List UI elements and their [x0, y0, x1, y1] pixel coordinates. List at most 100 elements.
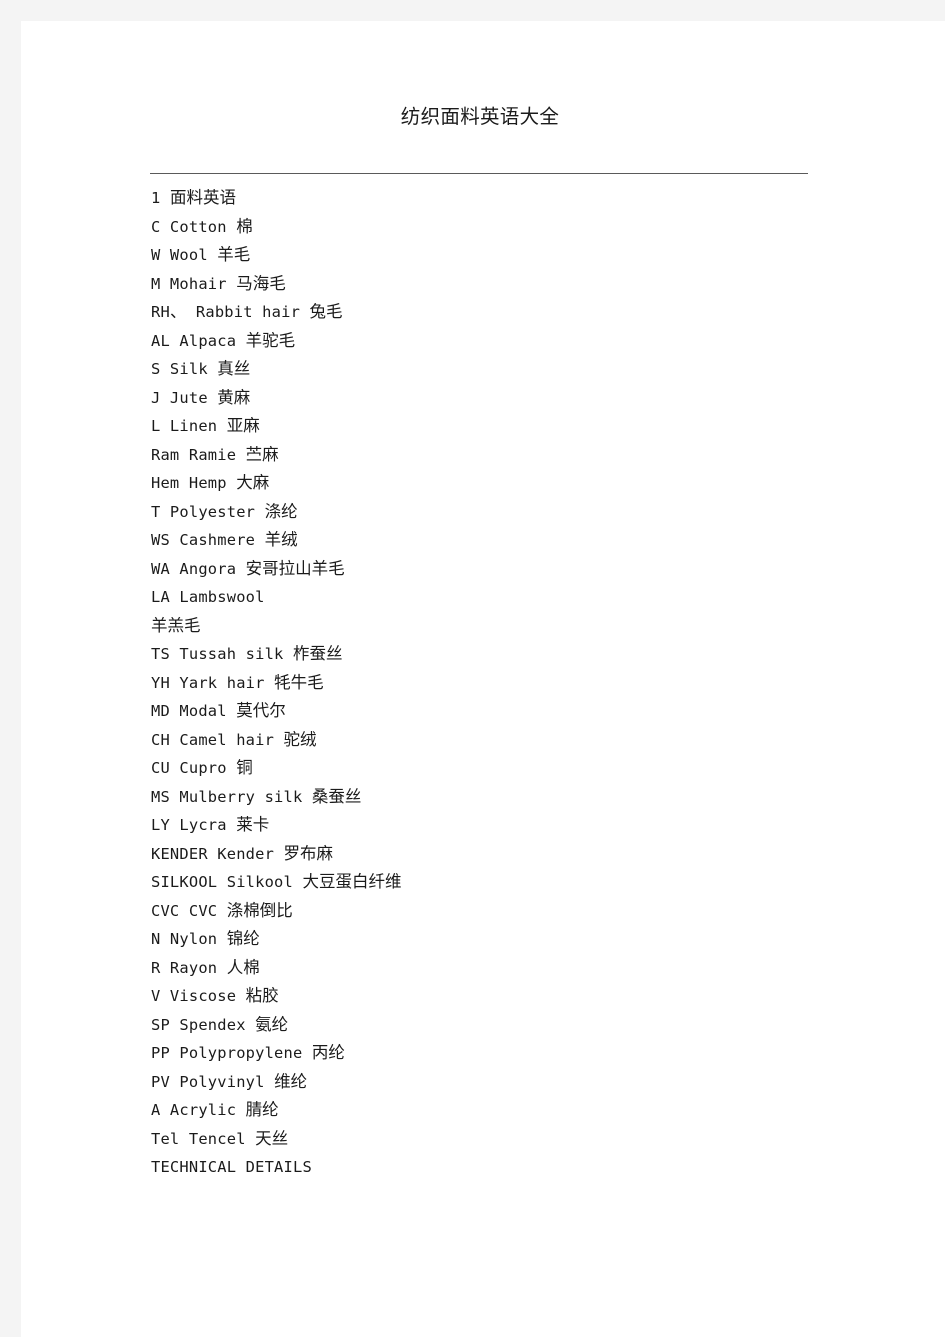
- term-latin: SILKOOL Silkool: [151, 873, 303, 891]
- list-item: TECHNICAL DETAILS: [151, 1153, 871, 1182]
- term-latin: CVC CVC: [151, 901, 227, 920]
- term-latin: Ram Ramie: [151, 445, 246, 464]
- list-item: KENDER Kender 罗布麻: [151, 840, 871, 869]
- list-item: MD Modal 莫代尔: [151, 697, 871, 726]
- list-item: CH Camel hair 驼绒: [151, 726, 871, 755]
- list-item: C Cotton 棉: [151, 213, 871, 242]
- list-item: LY Lycra 莱卡: [151, 811, 871, 840]
- term-latin: W Wool: [151, 246, 218, 264]
- term-chinese: 亚麻: [226, 416, 260, 435]
- term-latin: MD Modal: [151, 702, 237, 720]
- list-item: 羊羔毛: [151, 612, 871, 641]
- list-item: N Nylon 锦纶: [151, 925, 871, 954]
- term-chinese: 安哥拉山羊毛: [245, 558, 345, 578]
- list-item: YH Yark hair 牦牛毛: [151, 669, 871, 698]
- term-latin: RH: [151, 303, 170, 321]
- term-chinese: 羊绒: [264, 530, 298, 549]
- list-item: 1 面料英语: [151, 184, 871, 213]
- list-item: S Silk 真丝: [151, 355, 871, 384]
- term-chinese: 兔毛: [309, 302, 343, 321]
- term-chinese: 桑蚕丝: [311, 786, 362, 806]
- term-latin: V Viscose: [151, 987, 246, 1005]
- list-item: PP Polypropylene 丙纶: [151, 1039, 871, 1068]
- list-item: PV Polyvinyl 维纶: [151, 1068, 871, 1097]
- list-item: A Acrylic 腈纶: [151, 1096, 871, 1125]
- term-latin: S Silk: [151, 360, 218, 378]
- term-chinese: 牦牛毛: [274, 672, 324, 692]
- term-chinese: 涤纶: [264, 501, 298, 521]
- term-chinese: 粘胶: [245, 986, 279, 1005]
- term-latin: N Nylon: [151, 930, 227, 948]
- term-chinese: 腈纶: [245, 1100, 279, 1119]
- list-item: MS Mulberry silk 桑蚕丝: [151, 783, 871, 812]
- term-latin: R Rayon: [151, 958, 227, 977]
- term-chinese: 马海毛: [236, 273, 286, 293]
- list-item: SP Spendex 氨纶: [151, 1011, 871, 1040]
- term-latin: C Cotton: [151, 217, 237, 236]
- list-item: Hem Hemp 大麻: [151, 469, 871, 498]
- term-latin: Rabbit hair: [186, 303, 310, 321]
- term-chinese: 维纶: [274, 1071, 308, 1091]
- term-latin: 1: [151, 189, 170, 207]
- term-chinese: 锦纶: [226, 929, 260, 948]
- term-chinese: 、: [169, 302, 187, 321]
- term-chinese: 铜: [236, 758, 253, 777]
- list-item: M Mohair 马海毛: [151, 270, 871, 299]
- term-chinese: 大麻: [236, 473, 270, 492]
- term-chinese: 羊驼毛: [245, 330, 296, 350]
- term-chinese: 罗布麻: [283, 843, 334, 863]
- list-item: V Viscose 粘胶: [151, 982, 871, 1011]
- term-chinese: 莫代尔: [236, 701, 286, 720]
- term-latin: L Linen: [151, 417, 227, 435]
- title-divider-rule: [150, 173, 808, 174]
- term-latin: T Polyester: [151, 502, 265, 521]
- term-chinese: 氨纶: [255, 1014, 289, 1034]
- term-latin: CH Camel hair: [151, 730, 284, 749]
- term-chinese: 面料英语: [169, 188, 236, 207]
- fabric-term-list: 1 面料英语 C Cotton 棉W Wool 羊毛 M Mohair 马海毛 RH、…: [151, 184, 871, 1182]
- list-item: LA Lambswool: [151, 583, 871, 612]
- term-chinese: 人棉: [226, 957, 260, 977]
- term-latin: WS Cashmere: [151, 531, 265, 549]
- term-chinese: 大豆蛋白纤维: [302, 872, 402, 891]
- term-chinese: 羊羔毛: [151, 615, 201, 635]
- term-latin: Tel Tencel: [151, 1129, 256, 1148]
- list-item: J Jute 黄麻: [151, 384, 871, 413]
- list-item: TS Tussah silk 柞蚕丝: [151, 640, 871, 669]
- term-chinese: 棉: [236, 216, 253, 236]
- term-latin: CU Cupro: [151, 759, 237, 777]
- term-chinese: 羊毛: [217, 245, 251, 264]
- term-latin: TECHNICAL DETAILS: [151, 1158, 312, 1176]
- document-page-content: 纺织面料英语大全 1 面料英语 C Cotton 棉W Wool 羊毛 M Moha…: [21, 21, 945, 1337]
- list-item: RH、 Rabbit hair 兔毛: [151, 298, 871, 327]
- term-latin: TS Tussah silk: [151, 645, 293, 663]
- term-latin: LY Lycra: [151, 816, 237, 834]
- list-item: W Wool 羊毛: [151, 241, 871, 270]
- term-latin: PP Polypropylene: [151, 1044, 312, 1062]
- list-item: R Rayon 人棉: [151, 954, 871, 983]
- term-chinese: 柞蚕丝: [293, 644, 343, 663]
- page-title: 纺织面料英语大全: [400, 105, 560, 128]
- list-item: SILKOOL Silkool 大豆蛋白纤维: [151, 868, 871, 897]
- term-latin: LA Lambswool: [151, 588, 265, 606]
- list-item: Ram Ramie 苎麻: [151, 441, 871, 470]
- document-page-sheet: 纺织面料英语大全 1 面料英语 C Cotton 棉W Wool 羊毛 M Moha…: [21, 21, 945, 1337]
- list-item: CU Cupro 铜: [151, 754, 871, 783]
- term-latin: A Acrylic: [151, 1101, 246, 1119]
- list-item: CVC CVC 涤棉倒比: [151, 897, 871, 926]
- list-item: WA Angora 安哥拉山羊毛: [151, 555, 871, 584]
- term-latin: YH Yark hair: [151, 673, 275, 692]
- list-item: AL Alpaca 羊驼毛: [151, 327, 871, 356]
- list-item: T Polyester 涤纶: [151, 498, 871, 527]
- term-latin: AL Alpaca: [151, 331, 246, 350]
- term-chinese: 涤棉倒比: [226, 900, 293, 920]
- term-latin: PV Polyvinyl: [151, 1072, 275, 1091]
- term-latin: SP Spendex: [151, 1015, 256, 1034]
- list-item: WS Cashmere 羊绒: [151, 526, 871, 555]
- term-latin: J Jute: [151, 388, 218, 407]
- term-latin: MS Mulberry silk: [151, 787, 312, 806]
- list-item: Tel Tencel 天丝: [151, 1125, 871, 1154]
- term-latin: KENDER Kender: [151, 844, 284, 863]
- list-item: L Linen 亚麻: [151, 412, 871, 441]
- term-latin: WA Angora: [151, 559, 246, 578]
